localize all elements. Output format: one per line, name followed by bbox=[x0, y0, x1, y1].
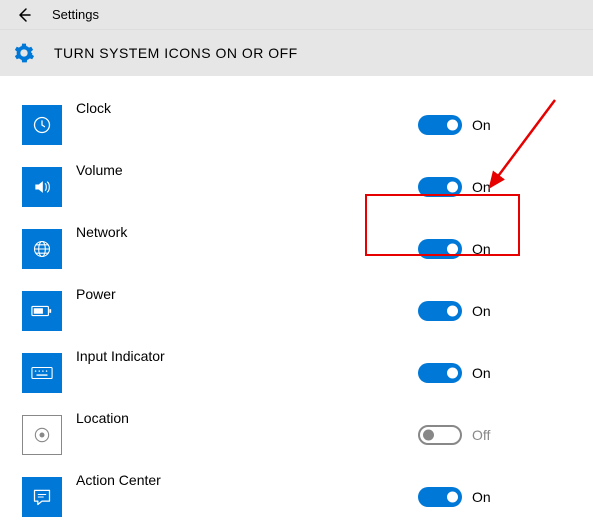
volume-icon bbox=[22, 167, 62, 207]
toggle-knob bbox=[423, 430, 434, 441]
setting-label: Volume bbox=[76, 156, 123, 178]
settings-list: ClockOnVolumeOnNetworkOnPowerOnInput Ind… bbox=[0, 76, 593, 528]
setting-row: Clock On bbox=[22, 94, 593, 156]
toggle-group: On bbox=[418, 487, 491, 507]
back-arrow-icon bbox=[16, 7, 32, 23]
toggle-state-label: On bbox=[472, 179, 491, 195]
toggle-knob bbox=[447, 492, 458, 503]
toggle-state-label: Off bbox=[472, 427, 490, 443]
setting-label: Input Indicator bbox=[76, 342, 165, 364]
location-icon bbox=[22, 415, 62, 455]
back-button[interactable] bbox=[12, 3, 36, 27]
setting-label: Power bbox=[76, 280, 116, 302]
toggle-group: On bbox=[418, 115, 491, 135]
toggle-state-label: On bbox=[472, 303, 491, 319]
page-title: TURN SYSTEM ICONS ON OR OFF bbox=[54, 45, 298, 61]
toggle-knob bbox=[447, 306, 458, 317]
network-icon bbox=[22, 229, 62, 269]
title-bar: Settings bbox=[0, 0, 593, 30]
setting-row: Network On bbox=[22, 218, 593, 280]
toggle-group: Off bbox=[418, 425, 490, 445]
window-title: Settings bbox=[52, 7, 99, 22]
toggle-switch[interactable] bbox=[418, 239, 462, 259]
power-icon bbox=[22, 291, 62, 331]
toggle-switch[interactable] bbox=[418, 115, 462, 135]
setting-row: Location Off bbox=[22, 404, 593, 466]
toggle-state-label: On bbox=[472, 241, 491, 257]
toggle-state-label: On bbox=[472, 365, 491, 381]
setting-label: Clock bbox=[76, 94, 111, 116]
toggle-knob bbox=[447, 368, 458, 379]
toggle-group: On bbox=[418, 239, 491, 259]
setting-row: Action Center On bbox=[22, 466, 593, 528]
toggle-switch[interactable] bbox=[418, 487, 462, 507]
gear-icon bbox=[10, 39, 38, 67]
toggle-knob bbox=[447, 244, 458, 255]
setting-label: Location bbox=[76, 404, 129, 426]
toggle-switch[interactable] bbox=[418, 177, 462, 197]
toggle-knob bbox=[447, 182, 458, 193]
clock-icon bbox=[22, 105, 62, 145]
toggle-group: On bbox=[418, 301, 491, 321]
toggle-knob bbox=[447, 120, 458, 131]
toggle-switch[interactable] bbox=[418, 425, 462, 445]
page-header: TURN SYSTEM ICONS ON OR OFF bbox=[0, 30, 593, 76]
setting-label: Action Center bbox=[76, 466, 161, 488]
setting-label: Network bbox=[76, 218, 127, 240]
keyboard-icon bbox=[22, 353, 62, 393]
toggle-state-label: On bbox=[472, 489, 491, 505]
action-center-icon bbox=[22, 477, 62, 517]
toggle-group: On bbox=[418, 177, 491, 197]
toggle-switch[interactable] bbox=[418, 363, 462, 383]
setting-row: Volume On bbox=[22, 156, 593, 218]
setting-row: Input Indicator On bbox=[22, 342, 593, 404]
toggle-state-label: On bbox=[472, 117, 491, 133]
setting-row: Power On bbox=[22, 280, 593, 342]
toggle-switch[interactable] bbox=[418, 301, 462, 321]
toggle-group: On bbox=[418, 363, 491, 383]
